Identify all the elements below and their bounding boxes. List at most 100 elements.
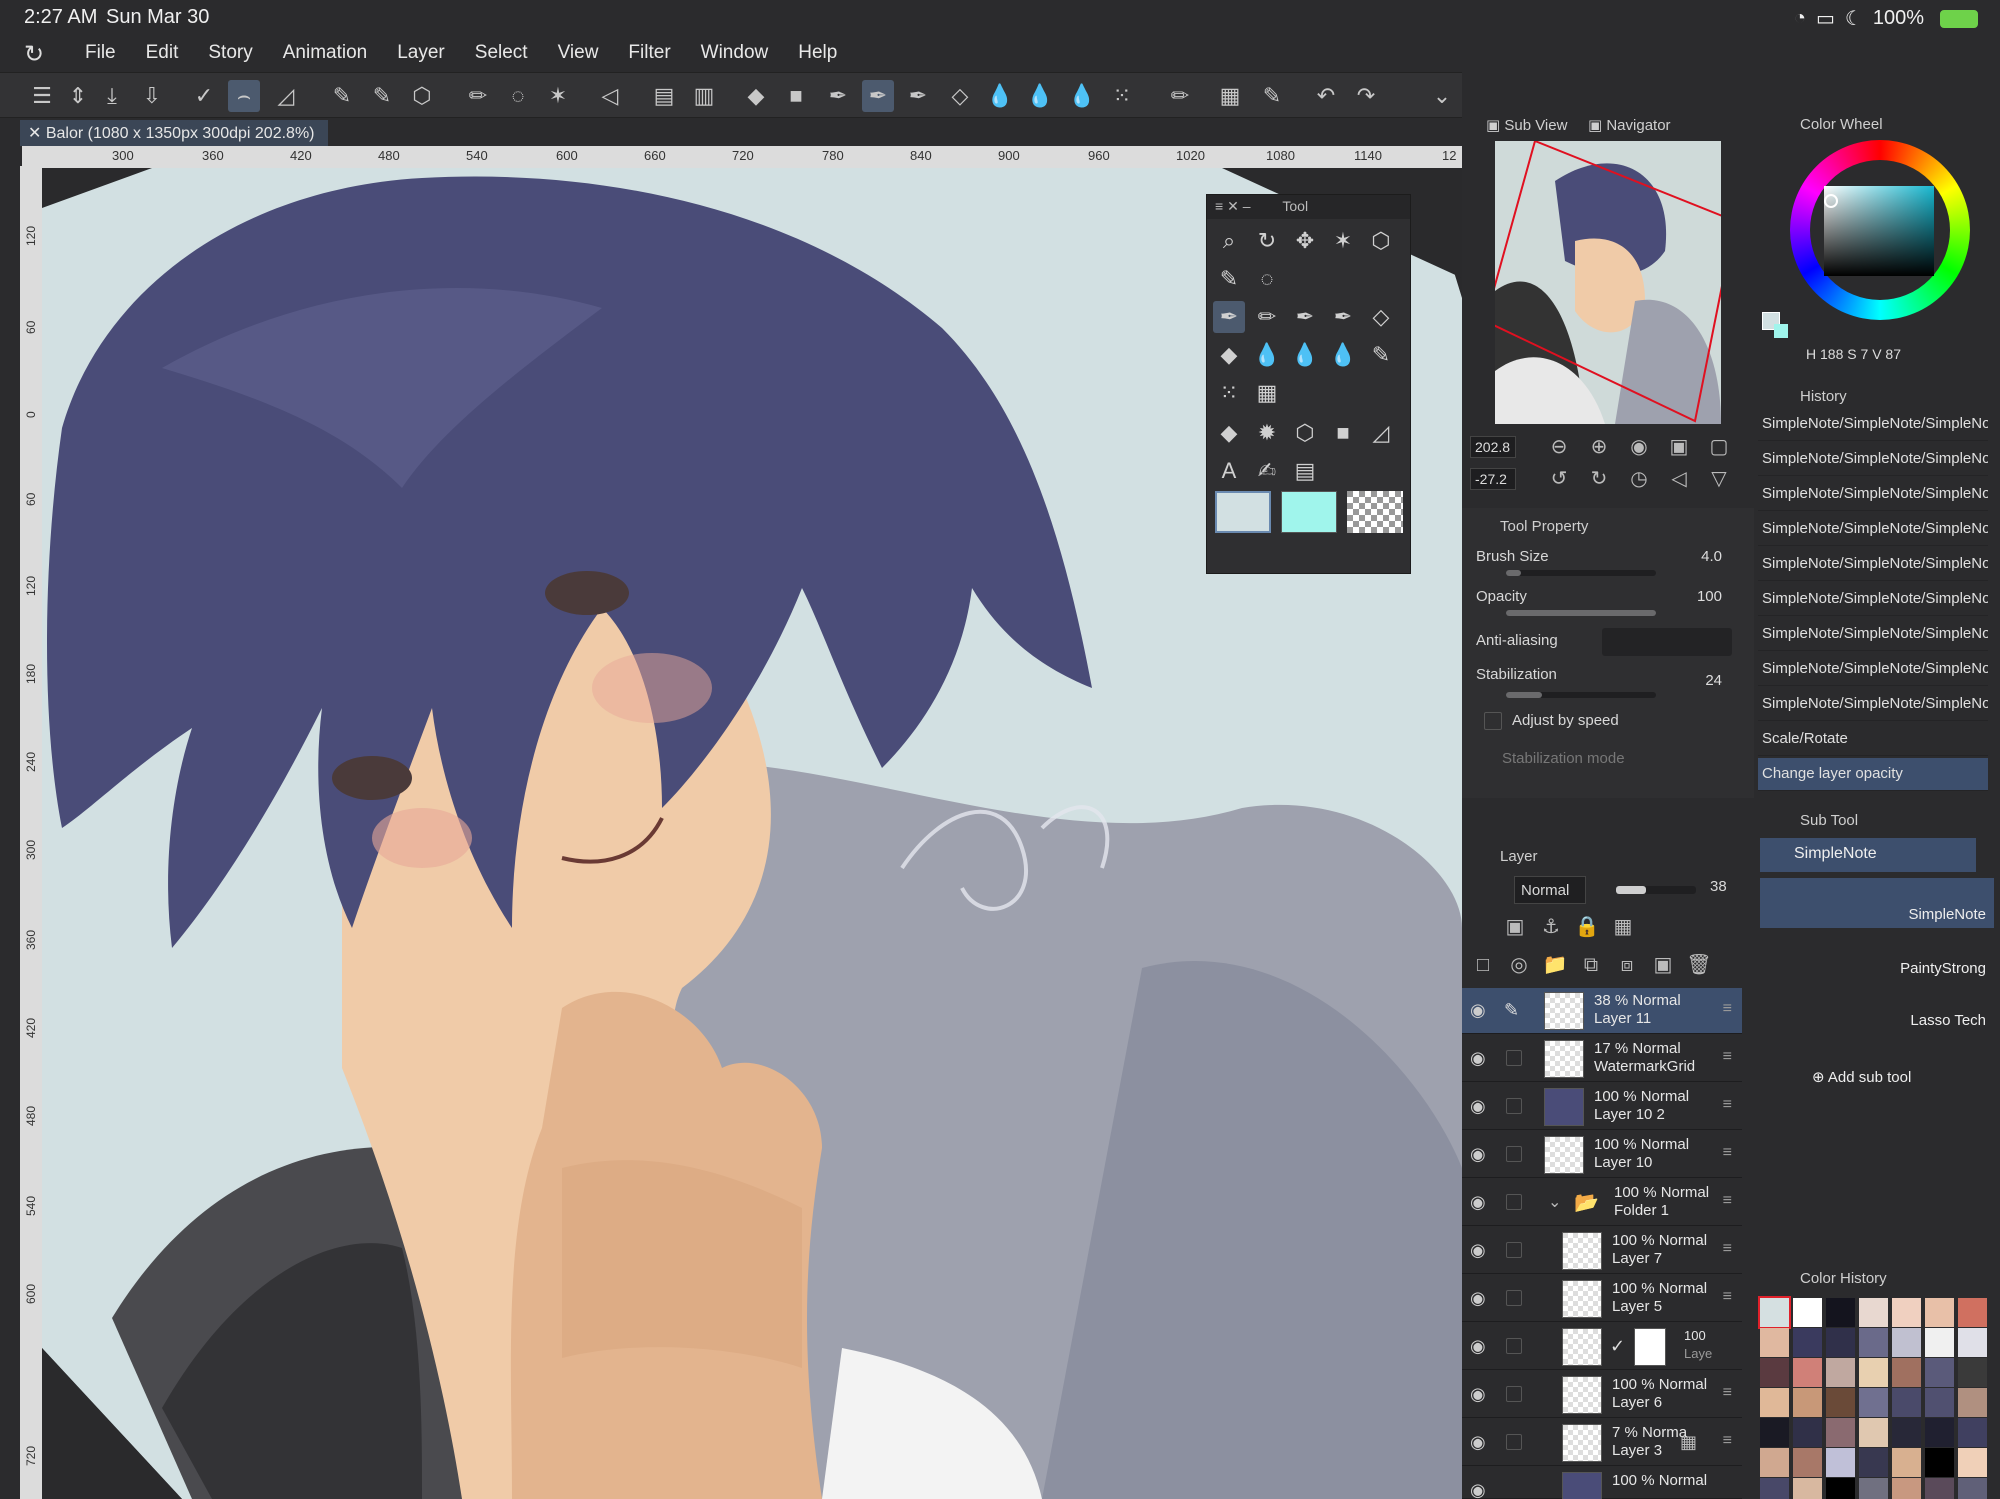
transform-icon[interactable]: ▦: [1214, 80, 1246, 112]
spray-tool-icon[interactable]: ⁙: [1106, 80, 1138, 112]
layer-menu-icon[interactable]: ≡: [1723, 1048, 1732, 1066]
layer-checkbox[interactable]: [1506, 1146, 1522, 1162]
layer-row[interactable]: ◉ 17 % Normal WatermarkGrid ≡: [1462, 1036, 1742, 1082]
layer-menu-icon[interactable]: ≡: [1723, 1240, 1732, 1258]
spray-icon[interactable]: ⁙: [1213, 377, 1245, 409]
blend-tool-icon[interactable]: 💧: [1024, 80, 1056, 112]
eraser-tool-icon[interactable]: ◇: [944, 80, 976, 112]
color-swatch[interactable]: [1826, 1478, 1855, 1499]
color-swatch[interactable]: [1826, 1418, 1855, 1447]
eyedropper-icon[interactable]: ✎: [1213, 263, 1245, 295]
close-tab-icon[interactable]: ✕: [28, 125, 41, 142]
save-icon[interactable]: ⤓: [96, 80, 128, 112]
history-item[interactable]: SimpleNote/SimpleNote/SimpleNote: [1758, 548, 1988, 581]
close-icon[interactable]: ✕: [1227, 198, 1239, 214]
visibility-eye-icon[interactable]: ◉: [1470, 1336, 1486, 1357]
history-item[interactable]: SimpleNote/SimpleNote/SimpleNote: [1758, 513, 1988, 546]
color-swatch[interactable]: [1958, 1298, 1987, 1327]
visibility-eye-icon[interactable]: ◉: [1470, 1432, 1486, 1453]
color-swatch[interactable]: [1958, 1448, 1987, 1477]
layer-checkbox[interactable]: [1506, 1434, 1522, 1450]
marker-tool-icon[interactable]: ✒: [902, 80, 934, 112]
stabilization-value[interactable]: 24: [1705, 672, 1722, 689]
color-picker-cursor[interactable]: [1824, 194, 1838, 208]
color-swatch[interactable]: [1793, 1448, 1822, 1477]
color-swatch[interactable]: [1859, 1448, 1888, 1477]
visibility-eye-icon[interactable]: ◉: [1470, 1480, 1486, 1499]
menu-view[interactable]: View: [558, 42, 599, 64]
color-swatch[interactable]: [1892, 1298, 1921, 1327]
selection-pen-icon[interactable]: ✏: [462, 80, 494, 112]
lock-icon[interactable]: 🔒: [1574, 914, 1600, 940]
layer-checkbox[interactable]: [1506, 1098, 1522, 1114]
star-brush-icon[interactable]: ✹: [1251, 417, 1283, 449]
sub-view-tab[interactable]: ▣ Sub View: [1486, 116, 1567, 134]
grid-icon[interactable]: ▦: [1251, 377, 1283, 409]
color-swatch[interactable]: [1826, 1358, 1855, 1387]
layer-row[interactable]: ◉ 100 % Normal Layer 6 ≡: [1462, 1372, 1742, 1418]
layer-row[interactable]: ◉ ✓ 100 Laye: [1462, 1324, 1742, 1370]
layer-merge-icon[interactable]: ▤: [648, 80, 680, 112]
ruler-icon[interactable]: ◿: [270, 80, 302, 112]
color-swatch[interactable]: [1859, 1388, 1888, 1417]
layer-menu-icon[interactable]: ≡: [1723, 1432, 1732, 1450]
lasso-icon[interactable]: ◌: [502, 80, 534, 112]
layer-row[interactable]: ◉ 100 % Normal Layer 10 ≡: [1462, 1132, 1742, 1178]
lock-transparent-icon[interactable]: ▦: [1610, 914, 1636, 940]
chevron-down-icon[interactable]: ⌄: [1426, 80, 1458, 112]
clip-studio-logo-icon[interactable]: ↻: [24, 40, 54, 68]
brush-size-value[interactable]: 4.0: [1701, 548, 1722, 565]
pencil-icon[interactable]: ✏: [1251, 301, 1283, 333]
sub-tool-group-tab[interactable]: SimpleNote: [1760, 838, 1976, 872]
expand-icon[interactable]: ⇕: [62, 80, 94, 112]
layer-row[interactable]: ◉ 100 % Normal Layer 7 ≡: [1462, 1228, 1742, 1274]
object-select-icon[interactable]: ⬡: [406, 80, 438, 112]
color-swatch[interactable]: [1760, 1328, 1789, 1357]
history-item[interactable]: SimpleNote/SimpleNote/SimpleNote: [1758, 583, 1988, 616]
history-item[interactable]: SimpleNote/SimpleNote/SimpleNote: [1758, 408, 1988, 441]
adjust-speed-checkbox[interactable]: [1484, 712, 1502, 730]
ink-pen-icon[interactable]: ✒: [1289, 301, 1321, 333]
layer-menu-icon[interactable]: ≡: [1723, 1192, 1732, 1210]
saturation-value-square[interactable]: [1824, 186, 1934, 276]
brush-stroke-icon[interactable]: ⌢: [228, 80, 260, 112]
visibility-eye-icon[interactable]: ◉: [1470, 1192, 1486, 1213]
color-swatch[interactable]: [1859, 1328, 1888, 1357]
airbrush-tool-icon[interactable]: 💧: [1066, 80, 1098, 112]
color-swatch[interactable]: [1859, 1478, 1888, 1499]
layer-checkbox[interactable]: [1506, 1338, 1522, 1354]
duplicate-layer-icon[interactable]: ⧉: [1578, 952, 1604, 978]
gpen-tool-icon[interactable]: ✒: [862, 80, 894, 112]
layer-row[interactable]: ◉ 100 % Normal: [1462, 1468, 1742, 1499]
navigator-preview[interactable]: [1495, 141, 1721, 424]
sub-tool-item[interactable]: PaintyStrong: [1760, 932, 1994, 982]
zoom-out-icon[interactable]: ⊖: [1546, 434, 1572, 460]
color-swatch[interactable]: [1793, 1388, 1822, 1417]
gradient-icon[interactable]: ■: [1327, 417, 1359, 449]
layer-checkbox[interactable]: [1506, 1050, 1522, 1066]
color-swatch[interactable]: [1859, 1358, 1888, 1387]
reference-layer-icon[interactable]: ⚓: [1538, 914, 1564, 940]
color-swatch[interactable]: [1925, 1478, 1954, 1499]
layer-row[interactable]: ◉ 7 % Norma Layer 3 ▦ ≡: [1462, 1420, 1742, 1466]
hamburger-menu-icon[interactable]: ☰: [26, 80, 58, 112]
flip-vertical-icon[interactable]: ▽: [1706, 466, 1732, 492]
marker-icon[interactable]: ✒: [1327, 301, 1359, 333]
layer-row[interactable]: ◉ 100 % Normal Layer 5 ≡: [1462, 1276, 1742, 1322]
menu-edit[interactable]: Edit: [146, 42, 179, 64]
visibility-eye-icon[interactable]: ◉: [1470, 1048, 1486, 1069]
layer-opacity-slider[interactable]: [1616, 886, 1696, 894]
fit-window-icon[interactable]: ▢: [1706, 434, 1732, 460]
sub-tool-item[interactable]: Lasso Tech: [1760, 984, 1994, 1034]
color-swatch[interactable]: [1892, 1418, 1921, 1447]
fill-icon[interactable]: ◆: [1213, 417, 1245, 449]
color-swatch[interactable]: [1892, 1328, 1921, 1357]
menu-story[interactable]: Story: [208, 42, 252, 64]
color-swatch[interactable]: [1760, 1388, 1789, 1417]
sub-color-swatch[interactable]: [1281, 491, 1337, 533]
color-swatch[interactable]: [1826, 1448, 1855, 1477]
watercolor-tool-icon[interactable]: 💧: [984, 80, 1016, 112]
layer-opacity-value[interactable]: 38: [1710, 878, 1727, 895]
rotate-left-icon[interactable]: ↺: [1546, 466, 1572, 492]
color-swatch[interactable]: [1958, 1328, 1987, 1357]
